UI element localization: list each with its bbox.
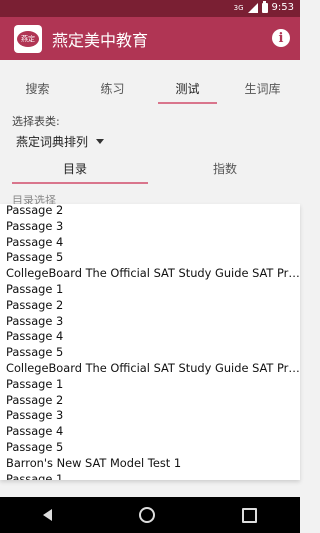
list-item[interactable]: Passage 1	[0, 472, 300, 480]
list-item[interactable]: Passage 5	[0, 345, 300, 361]
tab-index[interactable]: 指数	[150, 152, 300, 184]
tab-test[interactable]: 测试	[150, 70, 225, 104]
status-indicators: 3G 9:53	[233, 0, 294, 13]
app-title: 燕定美中教育	[52, 30, 149, 50]
network-type: 3G	[233, 3, 244, 12]
signal-icon	[247, 2, 258, 13]
status-bar: 3G 9:53	[0, 0, 300, 17]
sub-tabs: 目录 指数	[0, 152, 300, 184]
list-item[interactable]: Passage 5	[0, 440, 300, 456]
list-item[interactable]: Passage 2	[0, 393, 300, 409]
table-type-label: 选择表类:	[12, 115, 60, 128]
dropdown-value: 燕定词典排列	[16, 135, 89, 149]
main-tabs: 搜索 练习 测试 生词库	[0, 70, 300, 104]
list-item[interactable]: Passage 1	[0, 282, 300, 298]
recent-apps-icon[interactable]	[241, 507, 257, 523]
tab-contents[interactable]: 目录	[0, 152, 150, 184]
list-item[interactable]: Passage 4	[0, 235, 300, 251]
tab-vocabulary[interactable]: 生词库	[225, 70, 300, 104]
list-item[interactable]: Passage 3	[0, 408, 300, 424]
list-item[interactable]: Passage 1	[0, 377, 300, 393]
info-icon[interactable]: i	[272, 29, 290, 47]
list-item[interactable]: Passage 2	[0, 298, 300, 314]
list-item[interactable]: Passage 3	[0, 219, 300, 235]
battery-icon	[261, 0, 268, 13]
list-item[interactable]: CollegeBoard The Official SAT Study Guid…	[0, 266, 300, 282]
tab-practice[interactable]: 练习	[75, 70, 150, 104]
logo-mark: 燕定	[17, 30, 39, 47]
list-item[interactable]: CollegeBoard The Official SAT Study Guid…	[0, 361, 300, 377]
system-nav-bar	[0, 497, 300, 533]
clock: 9:53	[271, 2, 294, 13]
list-item[interactable]: Passage 4	[0, 424, 300, 440]
app-logo: 燕定	[14, 24, 42, 53]
tab-search[interactable]: 搜索	[0, 70, 75, 104]
list-item[interactable]: Passage 3	[0, 314, 300, 330]
chevron-down-icon	[96, 139, 105, 144]
table-type-dropdown[interactable]: 燕定词典排列	[16, 133, 105, 150]
list-item[interactable]: Passage 5	[0, 250, 300, 266]
contents-dropdown-list[interactable]: Passage 2 Passage 3 Passage 4 Passage 5 …	[0, 204, 300, 480]
app-bar: 燕定 燕定美中教育 i	[0, 17, 300, 60]
home-icon[interactable]	[138, 507, 155, 523]
list-item[interactable]: Passage 2	[0, 204, 300, 219]
back-icon[interactable]	[43, 509, 53, 521]
list-item[interactable]: Passage 4	[0, 329, 300, 345]
list-item[interactable]: Barron's New SAT Model Test 1	[0, 456, 300, 472]
